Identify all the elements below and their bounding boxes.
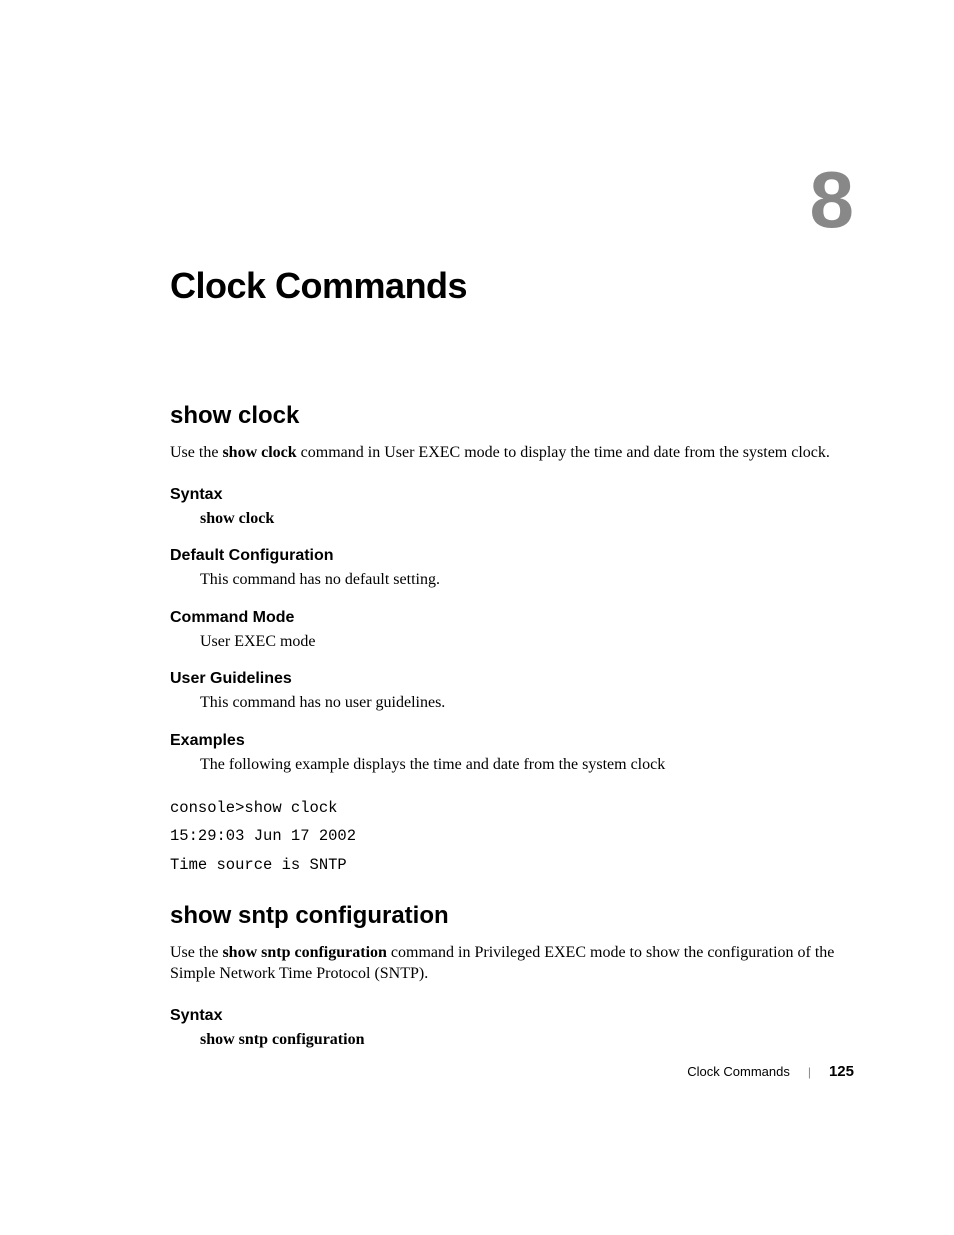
examples-body: The following example displays the time … (200, 754, 854, 776)
examples-heading: Examples (170, 732, 854, 750)
syntax-heading-2: Syntax (170, 1007, 854, 1025)
intro-text-pre: Use the (170, 444, 222, 461)
intro-command-name-2: show sntp configuration (222, 944, 386, 961)
page-footer: Clock Commands | 125 (687, 1063, 854, 1080)
syntax-body: show clock (200, 508, 854, 530)
default-config-heading: Default Configuration (170, 547, 854, 565)
default-config-body: This command has no default setting. (200, 569, 854, 591)
section-heading-show-clock: show clock (170, 402, 854, 430)
chapter-title: Clock Commands (170, 265, 854, 307)
syntax-body-2: show sntp configuration (200, 1029, 854, 1051)
footer-label: Clock Commands (687, 1064, 790, 1079)
section-intro-2: Use the show sntp configuration command … (170, 942, 854, 985)
user-guidelines-body: This command has no user guidelines. (200, 692, 854, 714)
section-heading-show-sntp: show sntp configuration (170, 902, 854, 930)
chapter-number: 8 (810, 160, 855, 240)
footer-page-number: 125 (829, 1063, 854, 1080)
intro-text-pre-2: Use the (170, 944, 222, 961)
example-code-block: console>show clock 15:29:03 Jun 17 2002 … (170, 794, 854, 880)
command-mode-body: User EXEC mode (200, 631, 854, 653)
intro-text-post: command in User EXEC mode to display the… (297, 444, 830, 461)
syntax-heading: Syntax (170, 486, 854, 504)
intro-command-name: show clock (222, 444, 296, 461)
user-guidelines-heading: User Guidelines (170, 670, 854, 688)
section-intro: Use the show clock command in User EXEC … (170, 442, 854, 464)
footer-divider: | (808, 1065, 811, 1079)
command-mode-heading: Command Mode (170, 609, 854, 627)
